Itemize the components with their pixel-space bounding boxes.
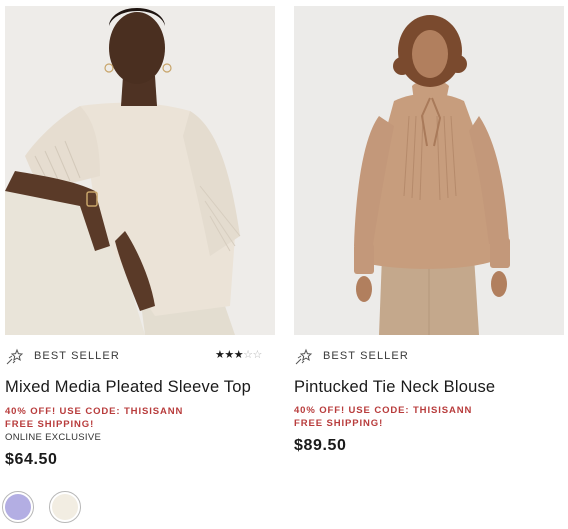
best-seller-label: BEST SELLER xyxy=(323,350,409,362)
color-swatch-ivory[interactable] xyxy=(49,491,81,523)
product-title-link[interactable]: Mixed Media Pleated Sleeve Top xyxy=(5,378,251,397)
product-image[interactable] xyxy=(294,6,564,335)
swatch-color-fill xyxy=(52,494,78,520)
product-price: $89.50 xyxy=(294,437,347,454)
promo-code-text: 40% OFF! USE CODE: THISISANN xyxy=(294,405,473,416)
shooting-star-icon xyxy=(295,348,313,365)
star-empty-icon: ☆ xyxy=(243,349,253,361)
star-empty-icon: ☆ xyxy=(252,349,263,361)
star-filled-icon: ★ xyxy=(215,349,225,361)
product-image[interactable] xyxy=(5,6,275,335)
shooting-star-icon xyxy=(6,348,24,365)
rating-stars[interactable]: ★★★☆☆ xyxy=(215,349,262,362)
online-exclusive-label: ONLINE EXCLUSIVE xyxy=(5,432,102,443)
product-title-link[interactable]: Pintucked Tie Neck Blouse xyxy=(294,378,495,397)
free-shipping-text: FREE SHIPPING! xyxy=(294,418,384,429)
swatch-color-fill xyxy=(5,494,31,520)
star-filled-icon: ★ xyxy=(224,349,234,361)
product-price: $64.50 xyxy=(5,451,58,468)
free-shipping-text: FREE SHIPPING! xyxy=(5,419,95,430)
color-swatch-lavender[interactable] xyxy=(2,491,34,523)
best-seller-badge: BEST SELLER xyxy=(5,346,120,366)
best-seller-label: BEST SELLER xyxy=(34,350,120,362)
star-filled-icon: ★ xyxy=(233,349,244,361)
best-seller-badge: BEST SELLER xyxy=(294,346,409,366)
promo-code-text: 40% OFF! USE CODE: THISISANN xyxy=(5,406,184,417)
